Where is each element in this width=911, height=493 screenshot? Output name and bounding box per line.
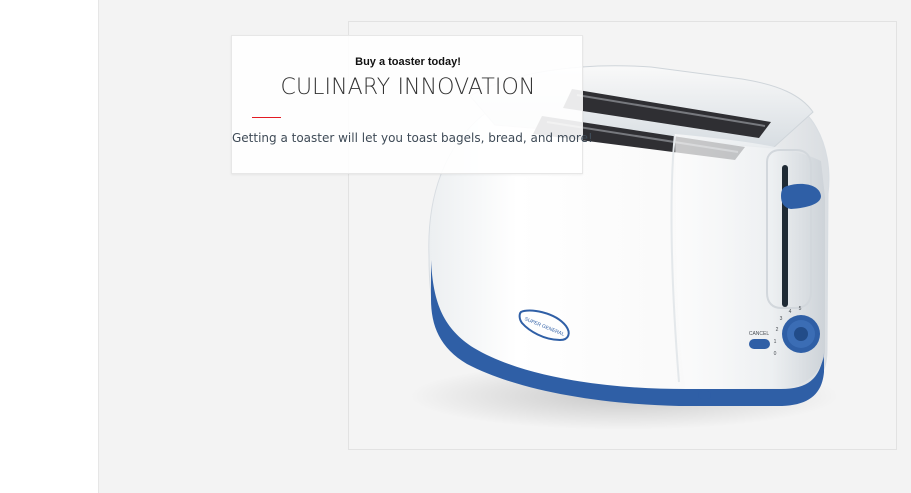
dial-number-4: 4	[789, 309, 792, 315]
promo-eyebrow: Buy a toaster today!	[355, 56, 461, 68]
dial-number-2: 2	[776, 327, 779, 333]
promo-body: Getting a toaster will let you toast bag…	[232, 131, 593, 145]
dial-number-3: 3	[780, 316, 783, 322]
page: CANCEL 0 1 2 3 4 5 SUPER GENERAL Buy a t…	[0, 0, 911, 493]
promo-card: Buy a toaster today! CULINARY INNOVATION…	[231, 35, 593, 174]
left-rail	[0, 0, 99, 493]
accent-rule	[252, 117, 281, 118]
dial-number-1: 1	[774, 339, 777, 345]
promo-headline: CULINARY INNOVATION	[280, 75, 536, 100]
dial-number-0: 0	[774, 351, 777, 357]
cancel-label: CANCEL	[749, 331, 770, 337]
dial-number-5: 5	[799, 306, 802, 312]
